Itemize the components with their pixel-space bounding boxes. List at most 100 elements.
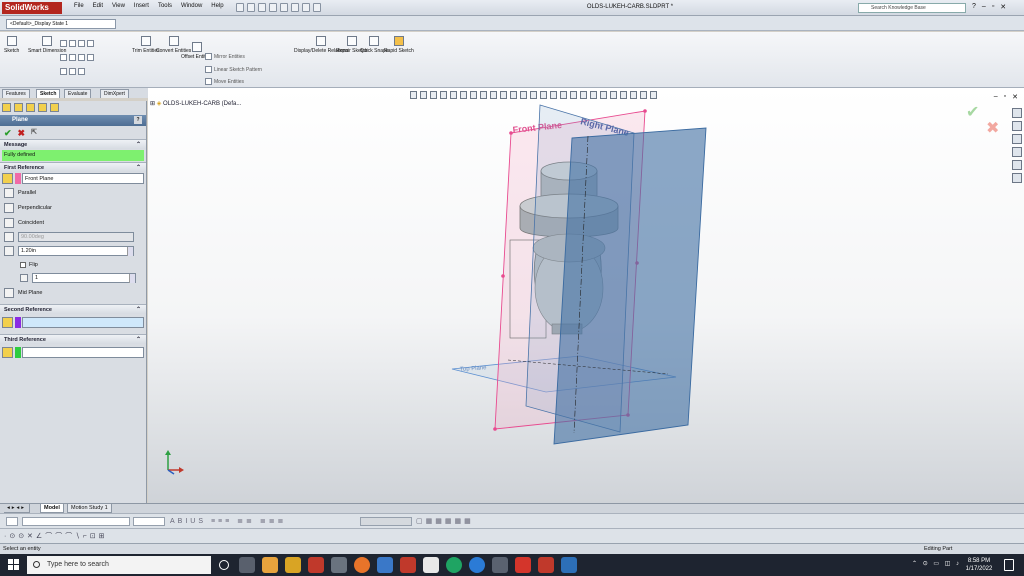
menu-tools[interactable]: Tools — [158, 3, 172, 9]
app-icon[interactable] — [423, 557, 439, 573]
move-entities-button[interactable]: Move Entities — [205, 78, 244, 85]
close-button[interactable]: ✕ — [1000, 3, 1006, 11]
search-knowledge-base-input[interactable]: Search Knowledge Base — [858, 3, 966, 13]
cortana-icon[interactable] — [219, 560, 229, 570]
taskbar-clock[interactable]: 8:58 PM 1/17/2022 — [962, 557, 996, 573]
undo-icon[interactable] — [280, 3, 288, 12]
rebuild-icon[interactable] — [302, 3, 310, 12]
sketch-icon — [6, 36, 17, 46]
coincident-option[interactable]: Coincident — [0, 215, 146, 230]
property-manager-icon[interactable] — [14, 103, 23, 112]
parallel-option[interactable]: Parallel — [0, 185, 146, 200]
media-app-icon[interactable] — [262, 557, 278, 573]
front-plane-handle[interactable] — [493, 427, 497, 431]
cancel-x-icon[interactable]: ✖ — [18, 128, 26, 138]
offset-plane-preview[interactable] — [553, 127, 707, 445]
options-icon[interactable] — [313, 3, 321, 12]
app-icon[interactable] — [469, 557, 485, 573]
third-reference-field[interactable] — [22, 346, 144, 358]
app-logo: SolidWorks — [2, 2, 62, 14]
sketch-entity-tools[interactable] — [60, 40, 96, 47]
layer-select[interactable] — [360, 517, 412, 526]
minimize-button[interactable]: – — [982, 3, 986, 11]
tab-scroll-arrows[interactable]: ◂▸◂▸ — [4, 504, 31, 513]
help-button[interactable]: ? — [972, 3, 976, 11]
display-state-select[interactable]: <Default>_Display State 1 — [6, 19, 116, 29]
help-icon[interactable]: ? — [134, 116, 142, 124]
app-icon[interactable] — [377, 557, 393, 573]
tab-features[interactable]: Features — [2, 89, 30, 98]
app-icon[interactable] — [492, 557, 508, 573]
front-plane-handle[interactable] — [643, 109, 647, 113]
tab-evaluate[interactable]: Evaluate — [64, 89, 92, 98]
perpendicular-option[interactable]: Perpendicular — [0, 200, 146, 215]
second-reference-field[interactable] — [22, 316, 144, 328]
ok-check-icon[interactable]: ✔ — [4, 128, 12, 138]
menu-edit[interactable]: Edit — [93, 3, 103, 9]
rapid-sketch-button[interactable]: Rapid Sketch — [384, 36, 414, 54]
sketch-shape-tools[interactable] — [60, 54, 96, 61]
system-tray[interactable]: ⌃ ⊙ ▭ ◫ ♪ — [912, 560, 961, 567]
graphics-area[interactable]: ⊞ ◈ OLDS-LUKEH-CARB (Defa... – ▫ ✕ ✔ ✖ T… — [148, 88, 1024, 503]
dimxpert-manager-icon[interactable] — [38, 103, 47, 112]
task-view-icon[interactable] — [239, 557, 255, 573]
tab-dimxpert[interactable]: DimXpert — [100, 89, 129, 98]
menu-window[interactable]: Window — [181, 3, 202, 9]
linear-sketch-pattern-button[interactable]: Linear Sketch Pattern — [205, 66, 262, 73]
text-format-buttons[interactable]: ABIUS ≡≡≡ ≣≣ ≣≣≣ — [170, 517, 286, 525]
layer-tool-buttons[interactable]: ▢▦▦▦▦▦ — [416, 517, 474, 525]
mirror-entities-button[interactable]: Mirror Entities — [205, 53, 245, 60]
menu-view[interactable]: View — [112, 3, 125, 9]
app-icon[interactable] — [515, 557, 531, 573]
line-format-buttons[interactable]: ·⊙⊙✕∠⌒⌒⌒∖⌐⊡⊞ — [4, 531, 107, 541]
plane-count-input[interactable]: 1 — [32, 273, 136, 283]
print-icon[interactable] — [269, 3, 277, 12]
distance-spinner[interactable] — [127, 247, 133, 256]
front-plane-handle[interactable] — [501, 274, 505, 278]
plane-reference-icon — [2, 316, 13, 328]
second-reference-header[interactable]: Second Reference — [0, 304, 146, 315]
first-reference-field[interactable]: Front Plane — [22, 173, 144, 184]
select-icon[interactable] — [291, 3, 299, 12]
solidworks-taskbar-icon[interactable] — [308, 557, 324, 573]
firefox-icon[interactable] — [354, 557, 370, 573]
solidworks-active-icon[interactable] — [400, 557, 416, 573]
message-group-header[interactable]: Message — [0, 139, 146, 150]
app-icon[interactable] — [331, 557, 347, 573]
windows-start-icon[interactable] — [8, 559, 20, 571]
menu-bar: File Edit View Insert Tools Window Help — [74, 3, 224, 9]
file-explorer-icon[interactable] — [285, 557, 301, 573]
open-icon[interactable] — [247, 3, 255, 12]
first-reference-header[interactable]: First Reference — [0, 162, 146, 173]
tab-sketch[interactable]: Sketch — [36, 89, 61, 98]
feature-manager-icon[interactable] — [2, 103, 11, 112]
tab-model[interactable]: Model — [40, 504, 64, 513]
menu-help[interactable]: Help — [211, 3, 223, 9]
configuration-manager-icon[interactable] — [26, 103, 35, 112]
plane-header: Plane ? — [0, 115, 146, 126]
app-icon[interactable] — [561, 557, 577, 573]
restore-button[interactable]: ▫ — [992, 3, 994, 11]
font-style-select[interactable] — [6, 517, 18, 526]
mid-plane-option[interactable]: Mid Plane — [0, 285, 146, 300]
menu-file[interactable]: File — [74, 3, 84, 9]
menu-insert[interactable]: Insert — [134, 3, 149, 9]
app-icon[interactable] — [538, 557, 554, 573]
font-name-select[interactable] — [22, 517, 130, 526]
sketch-button[interactable]: Sketch — [4, 36, 19, 54]
font-size-select[interactable] — [133, 517, 165, 526]
tab-motion-study[interactable]: Motion Study 1 — [67, 504, 112, 513]
flip-checkbox[interactable]: Flip — [0, 258, 146, 271]
distance-input[interactable]: 1.20in — [18, 246, 134, 256]
model-canvas[interactable]: Top Plane Front Plane Right Plane — [148, 88, 1024, 503]
chrome-icon[interactable] — [446, 557, 462, 573]
notifications-icon[interactable] — [1004, 559, 1014, 571]
sketch-misc-tools[interactable] — [60, 68, 87, 75]
save-icon[interactable] — [258, 3, 266, 12]
taskbar-search-input[interactable]: Type here to search — [27, 556, 211, 574]
display-manager-icon[interactable] — [50, 103, 59, 112]
new-document-icon[interactable] — [236, 3, 244, 12]
third-reference-header[interactable]: Third Reference — [0, 334, 146, 345]
pin-icon[interactable]: ⇱ — [31, 128, 37, 137]
count-spinner[interactable] — [129, 274, 135, 283]
